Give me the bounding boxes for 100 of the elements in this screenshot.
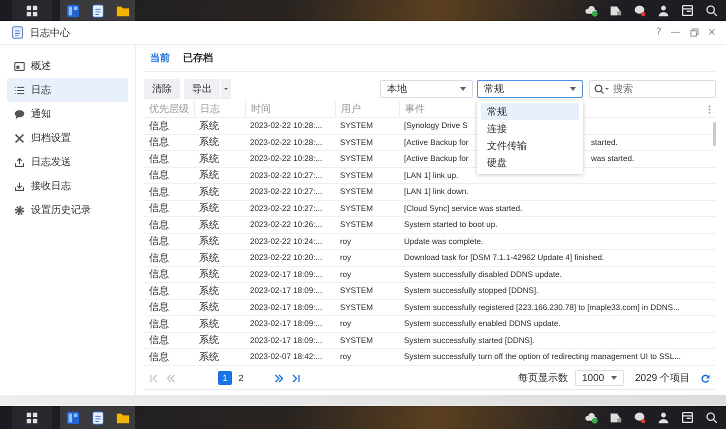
table-cell: System successfully registered [223.166.230.78] to [maple33.com] in DDNS...	[404, 302, 680, 312]
notepad-icon	[11, 26, 24, 39]
table-cell-text: SYSTEM	[339, 170, 374, 180]
table-cell-text: 系统	[198, 350, 220, 364]
restore-icon[interactable]	[690, 28, 699, 37]
table-cell-text: 信息	[148, 202, 170, 216]
table-cell-text: 信息	[148, 268, 170, 282]
table-cell-text: 信息	[148, 152, 170, 166]
table-cell-text: 信息	[148, 300, 170, 314]
folder-icon[interactable]	[116, 4, 130, 18]
table-cell: [Active Backup for	[404, 138, 468, 147]
table-cell-text: SYSTEM	[339, 204, 374, 213]
table-cell-text: 系统	[198, 168, 220, 182]
table-cell-text: 2023-02-22 10:28:...	[249, 154, 324, 164]
grid-icon[interactable]	[25, 410, 39, 424]
table-cell-text: 信息	[148, 136, 170, 150]
sidebar-item[interactable]: 设置历史记录	[7, 198, 128, 222]
export-button[interactable]: 导出	[184, 79, 220, 99]
table-cell-text: SYSTEM	[339, 336, 374, 345]
list-icon	[14, 84, 25, 96]
table-cell-text: 系统	[198, 300, 220, 314]
widget-icon[interactable]	[681, 411, 694, 424]
menu-item[interactable]: 连接	[481, 120, 579, 137]
table-cell: System successfully started [DDNS].	[404, 336, 534, 345]
table-cell-text: 2023-02-22 10:27:...	[249, 204, 324, 213]
page-button[interactable]: 2	[234, 371, 248, 385]
minimize-button[interactable]: —	[670, 27, 681, 38]
notepad-icon[interactable]	[90, 4, 104, 18]
table-cell-text: 信息	[148, 186, 170, 199]
drive-icon[interactable]	[609, 411, 622, 424]
tab[interactable]: 已存档	[183, 51, 213, 65]
table-cell-text: SYSTEM	[339, 154, 374, 164]
sidebar-item[interactable]: 接收日志	[7, 174, 128, 198]
last-page-icon[interactable]	[291, 374, 300, 382]
per-page-select[interactable]: 1000	[574, 370, 624, 386]
panel-icon[interactable]	[66, 410, 80, 424]
folder-icon[interactable]	[116, 410, 130, 424]
source-select[interactable]: 本地	[380, 80, 473, 98]
sidebar-item[interactable]: 通知	[7, 102, 128, 126]
search-icon[interactable]	[705, 411, 718, 424]
user-icon[interactable]	[657, 411, 670, 424]
cloud-icon[interactable]	[585, 411, 598, 424]
menu-item[interactable]: 硬盘	[481, 154, 579, 171]
table-cell-text: 系统	[198, 152, 220, 166]
table-cell-text: 2023-02-22 10:24:...	[249, 236, 324, 246]
scrollbar[interactable]	[713, 122, 716, 146]
table-cell: Download task for [DSM 7.1.1-42962 Update 4] finished.	[404, 253, 604, 262]
drive-icon[interactable]	[609, 4, 622, 17]
sidebar-item[interactable]: 归档设置	[7, 126, 128, 150]
table-cell-text: 系统	[198, 120, 220, 133]
widget-icon[interactable]	[681, 4, 694, 17]
table-cell-text: 2023-02-17 18:09:...	[249, 286, 324, 296]
caret-icon	[610, 376, 617, 380]
cloud-icon[interactable]	[585, 4, 598, 17]
grid-icon[interactable]	[25, 4, 39, 18]
table-cell-text: 系统	[198, 334, 220, 348]
table-cell-text: 系统	[198, 186, 220, 199]
table-cell-text: 2023-02-07 18:42:...	[249, 352, 324, 362]
user-icon[interactable]	[657, 4, 670, 17]
table-cell-text: roy	[339, 352, 352, 362]
chat-bubble-icon[interactable]	[633, 4, 646, 17]
table-cell-text: 2023-02-22 10:20:...	[249, 253, 324, 262]
search-icon[interactable]	[705, 4, 718, 17]
table-cell-text: roy	[339, 253, 352, 262]
table-cell-text: 2023-02-17 18:09:...	[249, 270, 324, 279]
next-page-icon[interactable]	[275, 374, 284, 382]
search-field[interactable]: 搜索	[589, 80, 716, 98]
per-page-label: 每页显示数	[518, 372, 568, 385]
table-cell-text: 系统	[198, 202, 220, 216]
table-cell-text: 系统	[198, 284, 220, 298]
table-cell: System successfully enabled DDNS update.	[404, 319, 561, 328]
tab[interactable]: 当前	[150, 51, 170, 65]
notepad-icon[interactable]	[90, 410, 104, 424]
table-cell: [LAN 1] link down.	[404, 187, 468, 196]
clear-button[interactable]: 清除	[144, 79, 180, 99]
menu-item[interactable]: 常规	[481, 103, 579, 120]
table-cell-text: SYSTEM	[339, 220, 374, 230]
close-button[interactable]: ×	[708, 27, 716, 38]
table-cell-text: 信息	[148, 218, 170, 232]
table-cell: Update was complete.	[404, 236, 484, 246]
table-cell-text: 2023-02-22 10:28:...	[249, 138, 324, 147]
table-cell-text: 信息	[148, 234, 170, 248]
sidebar-item[interactable]: 概述	[7, 54, 128, 78]
sidebar-item[interactable]: 日志发送	[7, 150, 128, 174]
help-button[interactable]: ?	[656, 27, 662, 38]
table-cell-text: roy	[339, 236, 352, 246]
table-cell-text: 系统	[198, 234, 220, 248]
table-cell: System successfully disabled DDNS update.	[404, 270, 562, 279]
table-cell-text: 2023-02-22 10:26:...	[249, 220, 324, 230]
refresh-icon[interactable]	[701, 374, 710, 382]
item-count: 2029 个项目	[634, 372, 690, 385]
tools-icon	[14, 132, 25, 144]
page-button[interactable]: 1	[218, 371, 232, 385]
chat-bubble-icon[interactable]	[633, 411, 646, 424]
menu-item[interactable]: 文件传输	[481, 137, 579, 154]
table-cell-text: 信息	[148, 334, 170, 348]
panel-icon[interactable]	[66, 4, 80, 18]
sidebar-item[interactable]: 日志	[7, 78, 128, 102]
caret-icon	[460, 87, 466, 91]
table-cell-text: 系统	[198, 318, 220, 331]
